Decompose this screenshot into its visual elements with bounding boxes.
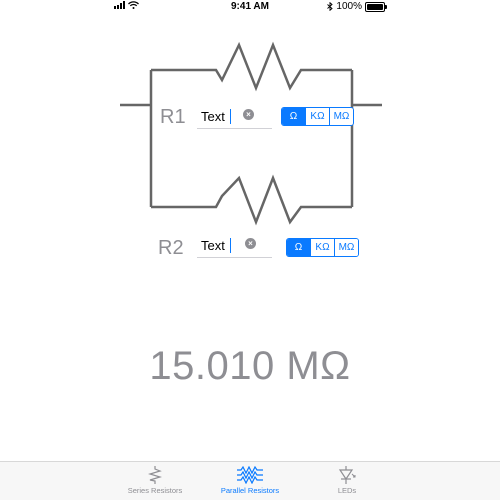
text-caret — [230, 238, 231, 253]
total-resistance-result: 15.010 MΩ — [149, 344, 351, 388]
tab-bar: Series Resistors Parallel Resistors LEDs — [0, 461, 500, 500]
resistor-1-clear-icon[interactable]: × — [243, 109, 254, 120]
tab-parallel-resistors[interactable]: Parallel Resistors — [195, 466, 305, 495]
resistor-2-unit-selector: Ω KΩ MΩ — [286, 238, 359, 257]
led-icon — [338, 466, 356, 484]
resistor-2-clear-icon[interactable]: × — [245, 238, 256, 249]
tab-label: LEDs — [337, 486, 357, 495]
resistor-1-symbol — [151, 41, 352, 92]
series-resistor-icon — [148, 466, 162, 484]
resistor-1-label: R1 — [160, 106, 186, 128]
text-caret — [230, 109, 231, 124]
resistor-2-input[interactable] — [201, 235, 251, 255]
tab-label: Parallel Resistors — [220, 486, 280, 495]
resistor-2-field: × — [197, 235, 272, 258]
resistor-2-unit-kohm[interactable]: KΩ — [310, 239, 334, 256]
parallel-resistor-icon — [237, 466, 263, 484]
resistor-1-unit-selector: Ω KΩ MΩ — [281, 107, 354, 126]
tab-label: Series Resistors — [127, 486, 183, 495]
resistor-1-unit-ohm[interactable]: Ω — [282, 108, 305, 125]
resistor-1-unit-mohm[interactable]: MΩ — [329, 108, 353, 125]
resistor-2-unit-mohm[interactable]: MΩ — [334, 239, 358, 256]
resistor-1-field: × — [197, 106, 272, 129]
tab-series-resistors[interactable]: Series Resistors — [100, 466, 210, 495]
resistor-2-unit-ohm[interactable]: Ω — [287, 239, 310, 256]
resistor-1-unit-kohm[interactable]: KΩ — [305, 108, 329, 125]
tab-leds[interactable]: LEDs — [292, 466, 402, 495]
resistor-2-symbol — [151, 174, 352, 226]
resistor-2-label: R2 — [158, 237, 184, 259]
